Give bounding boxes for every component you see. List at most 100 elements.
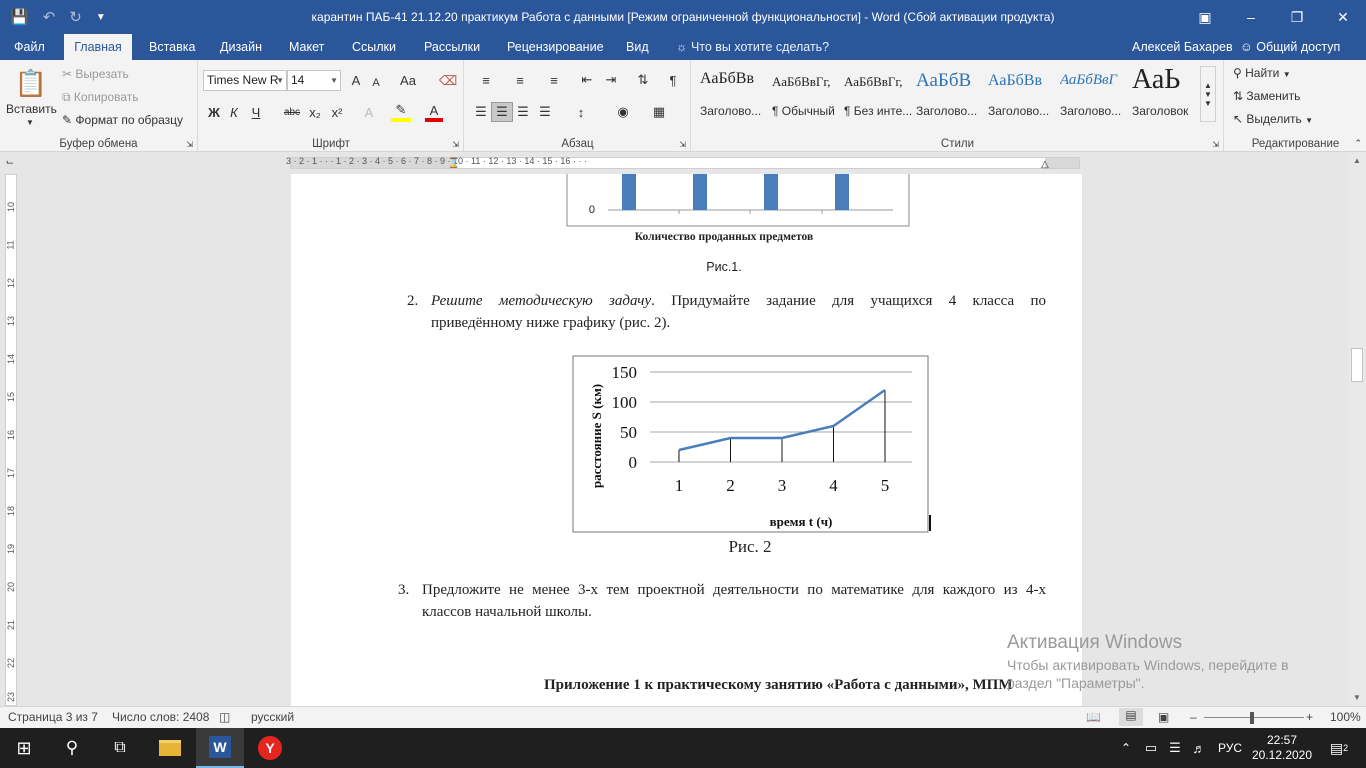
page-count[interactable]: Страница 3 из 7	[8, 710, 98, 724]
shrink-font-icon[interactable]: A	[367, 72, 385, 93]
zoom-in-icon[interactable]: +	[1306, 710, 1313, 724]
document-page[interactable]: 0 Количество проданных предметов Рис.1. …	[291, 174, 1082, 706]
cut-button[interactable]: ✂ Вырезать	[62, 67, 129, 81]
ribbon-display-options-icon[interactable]: ▣	[1182, 0, 1228, 34]
change-case-icon[interactable]: Aa	[395, 70, 421, 91]
user-name[interactable]: Алексей Бахарев	[1132, 34, 1233, 60]
word-count[interactable]: Число слов: 2408	[112, 710, 209, 724]
file-explorer-icon[interactable]	[146, 728, 194, 768]
read-mode-icon[interactable]: 📖	[1086, 710, 1101, 724]
italic-button[interactable]: К	[225, 102, 243, 122]
sort-icon[interactable]: ⇅	[633, 70, 653, 90]
font-color-icon[interactable]: A	[425, 102, 443, 122]
font-size-box[interactable]: 14 ▼	[287, 70, 341, 91]
zoom-slider-thumb[interactable]	[1250, 712, 1254, 724]
line-spacing-icon[interactable]: ↕	[567, 102, 595, 122]
styles-launcher-icon[interactable]: ⇲	[1212, 140, 1219, 149]
styles-scroll-icon[interactable]: ▲ ▼ ▼	[1200, 66, 1216, 122]
network-icon[interactable]: ☰	[1164, 728, 1186, 768]
style-normal[interactable]: АаБбВвГг, ¶ Обычный	[768, 66, 840, 122]
style-heading-4[interactable]: АаБбВвГ Заголово...	[1056, 66, 1128, 122]
strikethrough-button[interactable]: abc	[281, 102, 303, 122]
horizontal-ruler[interactable]: ⌙ 3 · 2 · 1 · · · 1 · 2 · 3 · 4 · 5 · 6 …	[0, 152, 1348, 174]
numbering-icon[interactable]: ≡	[505, 70, 535, 90]
zoom-out-icon[interactable]: –	[1190, 710, 1197, 724]
paragraph-launcher-icon[interactable]: ⇲	[679, 140, 686, 149]
word-app-icon[interactable]: W	[196, 728, 244, 768]
tab-view[interactable]: Вид	[618, 34, 657, 60]
scroll-up-icon[interactable]: ▲	[1348, 156, 1366, 165]
scrollbar-thumb[interactable]	[1351, 348, 1363, 382]
tell-me-search[interactable]: ☼ Что вы хотите сделать?	[676, 34, 829, 60]
align-left-icon[interactable]: ☰	[471, 102, 491, 122]
multilevel-list-icon[interactable]: ≡	[539, 70, 569, 90]
collapse-ribbon-icon[interactable]: ⌃	[1354, 138, 1362, 149]
paste-icon[interactable]: 📋	[14, 66, 48, 100]
tab-review[interactable]: Рецензирование	[499, 34, 612, 60]
align-center-icon[interactable]: ☰	[491, 102, 513, 122]
style-heading-1[interactable]: АаБбВв Заголово...	[696, 66, 768, 122]
style-heading-2[interactable]: АаБбВ Заголово...	[912, 66, 984, 122]
zoom-slider[interactable]	[1204, 717, 1304, 718]
print-layout-icon[interactable]: ▤	[1119, 708, 1143, 726]
action-center-icon[interactable]: ▤ 2	[1322, 728, 1356, 768]
show-marks-icon[interactable]: ¶	[663, 70, 683, 90]
paste-button[interactable]: Вставить	[6, 102, 57, 116]
justify-icon[interactable]: ☰	[535, 102, 555, 122]
superscript-button[interactable]: x²	[327, 102, 347, 122]
find-button[interactable]: ⚲ Найти ▼	[1233, 66, 1291, 80]
tab-mailings[interactable]: Рассылки	[416, 34, 488, 60]
style-no-spacing[interactable]: АаБбВвГг, ¶ Без инте...	[840, 66, 912, 122]
borders-icon[interactable]: ▦	[645, 102, 673, 122]
zoom-level[interactable]: 100%	[1330, 710, 1361, 724]
clipboard-launcher-icon[interactable]: ⇲	[186, 140, 193, 149]
grow-font-icon[interactable]: A	[347, 70, 365, 91]
scroll-down-icon[interactable]: ▼	[1348, 693, 1366, 702]
tab-layout[interactable]: Макет	[281, 34, 332, 60]
close-button[interactable]: ✕	[1320, 0, 1366, 34]
clock[interactable]: 22:57 20.12.2020	[1250, 728, 1314, 768]
vertical-ruler[interactable]: 10 11 12 13 14 15 16 17 18 19 20 21 22 2…	[0, 174, 20, 706]
input-language[interactable]: РУС	[1214, 728, 1246, 768]
tab-home[interactable]: Главная	[64, 34, 132, 60]
yandex-browser-icon[interactable]: Y	[246, 728, 294, 768]
search-icon[interactable]: ⚲	[48, 728, 96, 768]
tab-references[interactable]: Ссылки	[344, 34, 404, 60]
vertical-scrollbar[interactable]: ▲ ▼	[1348, 152, 1366, 706]
task-view-icon[interactable]: ⧉	[96, 728, 144, 768]
battery-icon[interactable]: ▭	[1140, 728, 1162, 768]
web-layout-icon[interactable]: ▣	[1158, 710, 1169, 724]
text-effects-icon[interactable]: A	[359, 102, 379, 122]
format-painter-button[interactable]: ✎ Формат по образцу	[62, 113, 183, 127]
font-launcher-icon[interactable]: ⇲	[452, 140, 459, 149]
share-button[interactable]: ☺ Общий доступ	[1240, 34, 1340, 60]
select-button[interactable]: ↖ Выделить ▼	[1233, 112, 1313, 126]
tab-selector-icon[interactable]: ⌙	[4, 156, 16, 168]
replace-button[interactable]: ⇅ Заменить	[1233, 89, 1300, 103]
language[interactable]: русский	[251, 710, 294, 724]
tab-file[interactable]: Файл	[6, 34, 53, 60]
clear-formatting-icon[interactable]: ⌫	[439, 70, 457, 91]
tab-insert[interactable]: Вставка	[141, 34, 203, 60]
bullets-icon[interactable]: ≡	[471, 70, 501, 90]
right-indent-marker-icon[interactable]: △	[1039, 158, 1051, 170]
show-hidden-icons-icon[interactable]: ⌃	[1116, 728, 1136, 768]
underline-button[interactable]: Ч	[247, 102, 265, 122]
copy-button[interactable]: ⧉ Копировать	[62, 90, 139, 105]
windows-start-icon[interactable]: ⊞	[0, 728, 48, 768]
increase-indent-icon[interactable]: ⇥	[601, 70, 621, 90]
align-right-icon[interactable]: ☰	[513, 102, 533, 122]
shading-icon[interactable]: ◉	[609, 102, 637, 122]
bold-button[interactable]: Ж	[205, 102, 223, 122]
highlight-icon[interactable]: ✎	[391, 102, 411, 122]
paste-dropdown-icon[interactable]: ▼	[26, 118, 34, 127]
maximize-button[interactable]: ❐	[1274, 0, 1320, 34]
tab-design[interactable]: Дизайн	[212, 34, 270, 60]
proofing-icon[interactable]: ◫	[219, 710, 230, 724]
volume-icon[interactable]: ♬	[1188, 728, 1210, 768]
minimize-button[interactable]: –	[1228, 0, 1274, 34]
decrease-indent-icon[interactable]: ⇤	[577, 70, 597, 90]
style-heading-3[interactable]: АаБбВв Заголово...	[984, 66, 1056, 122]
style-title[interactable]: АаЬ Заголовок	[1128, 64, 1200, 122]
indent-marker-icon[interactable]: ⌛	[448, 154, 460, 172]
